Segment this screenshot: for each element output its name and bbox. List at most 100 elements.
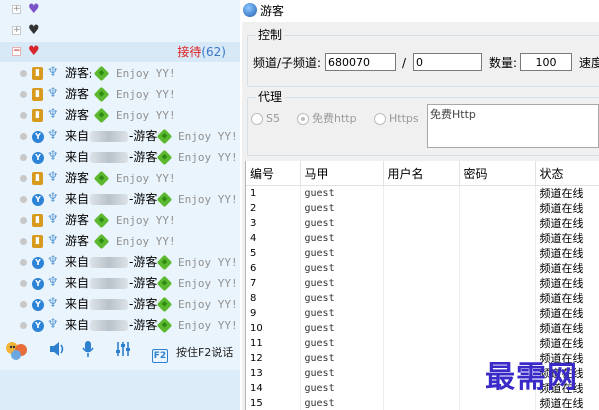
table-row[interactable]: 10 guest 频道在线 bbox=[246, 321, 599, 336]
microphone-icon[interactable] bbox=[76, 338, 100, 368]
group-label: 接待(62) bbox=[177, 44, 226, 60]
table-row[interactable]: 8 guest 频道在线 bbox=[246, 291, 599, 306]
row-username bbox=[383, 396, 460, 410]
expand-icon[interactable]: + bbox=[12, 26, 21, 35]
table-row[interactable]: 5 guest 频道在线 bbox=[246, 246, 599, 261]
column-header[interactable]: 状态 bbox=[535, 161, 599, 186]
row-password bbox=[459, 336, 536, 351]
table-row[interactable]: 6 guest 频道在线 bbox=[246, 261, 599, 276]
user-name-prefix: 来自 bbox=[65, 276, 90, 290]
row-username bbox=[383, 381, 460, 396]
count-input[interactable] bbox=[520, 53, 572, 71]
user-label: 游客 bbox=[65, 86, 89, 103]
user-row[interactable]: Y ♆ 来自 -游客 Enjoy YY! bbox=[0, 294, 240, 315]
user-row[interactable]: Y ♆ 来自 -游客 Enjoy YY! bbox=[0, 126, 240, 147]
table-row[interactable]: 2 guest 频道在线 bbox=[246, 201, 599, 216]
table-row[interactable]: 11 guest 频道在线 bbox=[246, 336, 599, 351]
collapse-icon[interactable]: − bbox=[12, 47, 21, 56]
row-status: 频道在线 bbox=[535, 306, 599, 321]
user-row[interactable]: ▮ ♆ 游客 Enjoy YY! bbox=[0, 231, 240, 252]
row-vest: guest bbox=[300, 201, 384, 216]
user-label: 来自 -游客 bbox=[65, 191, 157, 208]
proxy-s5-label[interactable]: S5 bbox=[266, 112, 280, 126]
collapsed-group-row[interactable]: + ♥ bbox=[0, 21, 240, 41]
column-header[interactable]: 密码 bbox=[459, 161, 536, 186]
user-row[interactable]: Y ♆ 来自 -游客 Enjoy YY! bbox=[0, 147, 240, 168]
pc-client-icon: Y bbox=[32, 194, 44, 206]
row-vest: guest bbox=[300, 381, 384, 396]
expand-icon[interactable]: + bbox=[12, 5, 21, 14]
user-row[interactable]: ▮ ♆ 游客 Enjoy YY! bbox=[0, 210, 240, 231]
user-row[interactable]: Y ♆ 来自 -游客 Enjoy YY! bbox=[0, 273, 240, 294]
proxy-textbox[interactable]: 免费Http bbox=[427, 104, 599, 148]
status-dot-icon bbox=[20, 175, 27, 182]
green-gem-icon bbox=[93, 212, 110, 229]
speaker-icon[interactable] bbox=[44, 338, 70, 368]
row-password bbox=[459, 246, 536, 261]
column-header[interactable]: 马甲 bbox=[300, 161, 384, 186]
user-name-prefix: 来自 bbox=[65, 129, 90, 143]
title-bar[interactable]: 游客 bbox=[240, 0, 599, 22]
table-row[interactable]: 3 guest 频道在线 bbox=[246, 216, 599, 231]
f2-key-icon[interactable]: F2 bbox=[150, 338, 170, 368]
row-password bbox=[459, 396, 536, 410]
black-heart-icon: ♥ bbox=[28, 23, 40, 38]
user-row[interactable]: ▮ ♆ 游客; Enjoy YY! bbox=[0, 63, 240, 84]
user-row[interactable]: Y ♆ 来自 -游客 Enjoy YY! bbox=[0, 189, 240, 210]
push-to-talk-label[interactable]: 按住F2说话 bbox=[176, 338, 238, 368]
user-row[interactable]: Y ♆ 来自 -游客 Enjoy YY! bbox=[0, 252, 240, 273]
blurred-name bbox=[90, 257, 129, 268]
table-row[interactable]: 15 guest 频道在线 bbox=[246, 396, 599, 410]
red-heart-icon: ♥ bbox=[28, 44, 40, 59]
user-name: -游客 bbox=[129, 255, 158, 269]
user-signature: Enjoy YY! bbox=[178, 256, 238, 269]
mixer-settings-icon[interactable] bbox=[110, 338, 136, 368]
user-name: 游客 bbox=[65, 66, 90, 80]
channel-input[interactable] bbox=[325, 53, 396, 71]
user-label: 来自 -游客 bbox=[65, 296, 157, 313]
column-header[interactable]: 用户名 bbox=[383, 161, 460, 186]
collapsed-group-row[interactable]: + ♥ bbox=[0, 0, 240, 20]
row-number: 8 bbox=[246, 291, 301, 306]
proxy-free-http-label[interactable]: 免费http bbox=[312, 112, 357, 126]
control-group-title: 控制 bbox=[256, 27, 285, 43]
proxy-https-radio[interactable] bbox=[374, 113, 386, 125]
table-row[interactable]: 9 guest 频道在线 bbox=[246, 306, 599, 321]
user-signature: Enjoy YY! bbox=[178, 193, 238, 206]
user-label: 游客 bbox=[65, 170, 89, 187]
row-vest: guest bbox=[300, 246, 384, 261]
row-status: 频道在线 bbox=[535, 201, 599, 216]
row-status: 频道在线 bbox=[535, 261, 599, 276]
reception-group-row[interactable]: − ♥ 接待(62) bbox=[0, 42, 240, 62]
user-row[interactable]: ▮ ♆ 游客 Enjoy YY! bbox=[0, 168, 240, 189]
table-row[interactable]: 7 guest 频道在线 bbox=[246, 276, 599, 291]
column-header[interactable]: 编号 bbox=[246, 161, 301, 186]
yy-client-icon: ▮ bbox=[32, 109, 43, 122]
pc-client-icon: Y bbox=[32, 278, 44, 290]
yy-client-icon: ▮ bbox=[32, 214, 43, 227]
channel-label: 频道/子频道: bbox=[253, 56, 322, 70]
user-signature: Enjoy YY! bbox=[116, 67, 176, 80]
proxy-https-label[interactable]: Https bbox=[389, 112, 419, 126]
row-password bbox=[459, 261, 536, 276]
blurred-name bbox=[90, 131, 129, 142]
user-signature: Enjoy YY! bbox=[116, 88, 176, 101]
emoji-icon[interactable] bbox=[2, 338, 32, 368]
table-row[interactable]: 1 guest 频道在线 bbox=[246, 185, 599, 201]
row-username bbox=[383, 231, 460, 246]
user-row[interactable]: ▮ ♆ 游客 Enjoy YY! bbox=[0, 105, 240, 126]
user-row[interactable]: ▮ ♆ 游客 Enjoy YY! bbox=[0, 84, 240, 105]
row-number: 4 bbox=[246, 231, 301, 246]
pc-client-icon: Y bbox=[32, 131, 44, 143]
user-signature: Enjoy YY! bbox=[116, 172, 176, 185]
vest-icon: ♆ bbox=[47, 317, 59, 332]
row-username bbox=[383, 185, 460, 201]
user-row[interactable]: Y ♆ 来自 -游客 Enjoy YY! bbox=[0, 315, 240, 336]
table-row[interactable]: 4 guest 频道在线 bbox=[246, 231, 599, 246]
row-number: 15 bbox=[246, 396, 301, 410]
row-password bbox=[459, 216, 536, 231]
proxy-s5-radio[interactable] bbox=[251, 113, 263, 125]
row-username bbox=[383, 321, 460, 336]
proxy-free-http-radio[interactable] bbox=[297, 113, 309, 125]
subchannel-input[interactable] bbox=[413, 53, 482, 71]
